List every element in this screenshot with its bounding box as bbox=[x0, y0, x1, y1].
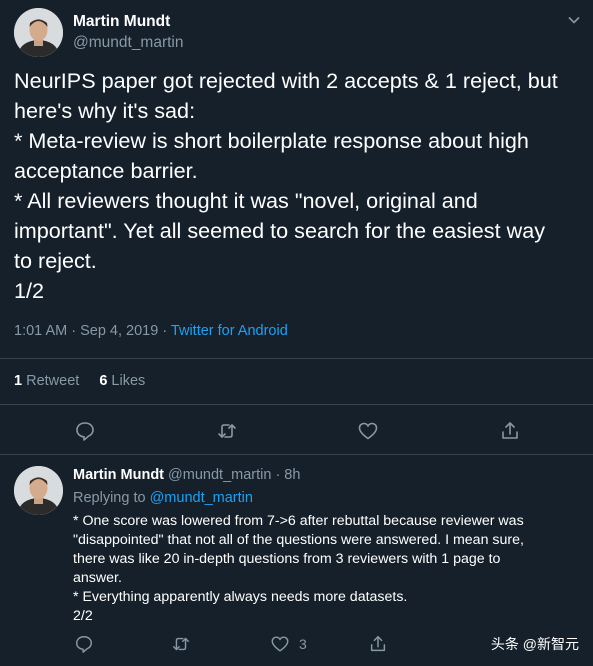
reply-line: * Everything apparently always needs mor… bbox=[73, 589, 408, 605]
divider bbox=[0, 358, 593, 359]
reply-author-handle[interactable]: @mundt_martin bbox=[168, 467, 271, 483]
retweet-icon[interactable] bbox=[216, 420, 238, 442]
likes-stat[interactable]: 6 Likes bbox=[99, 373, 145, 389]
reply-avatar[interactable] bbox=[14, 466, 63, 515]
replying-to: Replying to @mundt_martin bbox=[73, 490, 253, 506]
retweets-stat[interactable]: 1 Retweet bbox=[14, 373, 79, 389]
divider bbox=[0, 404, 593, 405]
like-icon[interactable] bbox=[357, 420, 379, 442]
reply-line: there was like 20 in-depth questions fro… bbox=[73, 551, 501, 567]
tweet-line: important". Yet all seemed to search for… bbox=[14, 218, 545, 243]
reply-icon[interactable] bbox=[74, 634, 96, 656]
chevron-down-icon[interactable] bbox=[567, 13, 581, 27]
watermark: 头条 @新智元 bbox=[490, 636, 579, 652]
share-icon[interactable] bbox=[499, 420, 521, 442]
tweet-line: acceptance barrier. bbox=[14, 158, 198, 183]
like-icon[interactable] bbox=[270, 634, 292, 656]
reply-header: Martin Mundt @mundt_martin · 8h bbox=[73, 467, 300, 483]
tweet-line: 1/2 bbox=[14, 278, 45, 303]
tweet-meta: 1:01 AM · Sep 4, 2019 · Twitter for Andr… bbox=[14, 323, 288, 339]
reply-text: * One score was lowered from 7->6 after … bbox=[73, 512, 583, 626]
author-name[interactable]: Martin Mundt bbox=[73, 13, 170, 31]
author-handle[interactable]: @mundt_martin bbox=[73, 34, 184, 52]
tweet-line: * All reviewers thought it was "novel, o… bbox=[14, 188, 478, 213]
reply-time[interactable]: · 8h bbox=[271, 467, 300, 483]
timestamp[interactable]: 1:01 AM · Sep 4, 2019 · bbox=[14, 323, 171, 339]
avatar[interactable] bbox=[14, 8, 63, 57]
divider bbox=[0, 454, 593, 455]
reply-icon[interactable] bbox=[74, 420, 96, 442]
replying-to-link[interactable]: @mundt_martin bbox=[150, 490, 253, 506]
like-count: 3 bbox=[299, 636, 307, 652]
reply-line: * One score was lowered from 7->6 after … bbox=[73, 513, 524, 529]
retweet-icon[interactable] bbox=[171, 634, 193, 656]
source-link[interactable]: Twitter for Android bbox=[171, 323, 288, 339]
tweet-text: NeurIPS paper got rejected with 2 accept… bbox=[14, 66, 584, 306]
tweet-line: * Meta-review is short boilerplate respo… bbox=[14, 128, 529, 153]
reply-line: 2/2 bbox=[73, 608, 93, 624]
share-icon[interactable] bbox=[368, 634, 390, 656]
reply-line: answer. bbox=[73, 570, 122, 586]
reply-author-name[interactable]: Martin Mundt bbox=[73, 467, 164, 483]
tweet-line: here's why it's sad: bbox=[14, 98, 196, 123]
engagement-stats: 1 Retweet 6 Likes bbox=[14, 373, 145, 389]
tweet-line: to reject. bbox=[14, 248, 97, 273]
reply-line: "disappointed" that not all of the quest… bbox=[73, 532, 524, 548]
tweet-line: NeurIPS paper got rejected with 2 accept… bbox=[14, 68, 558, 93]
